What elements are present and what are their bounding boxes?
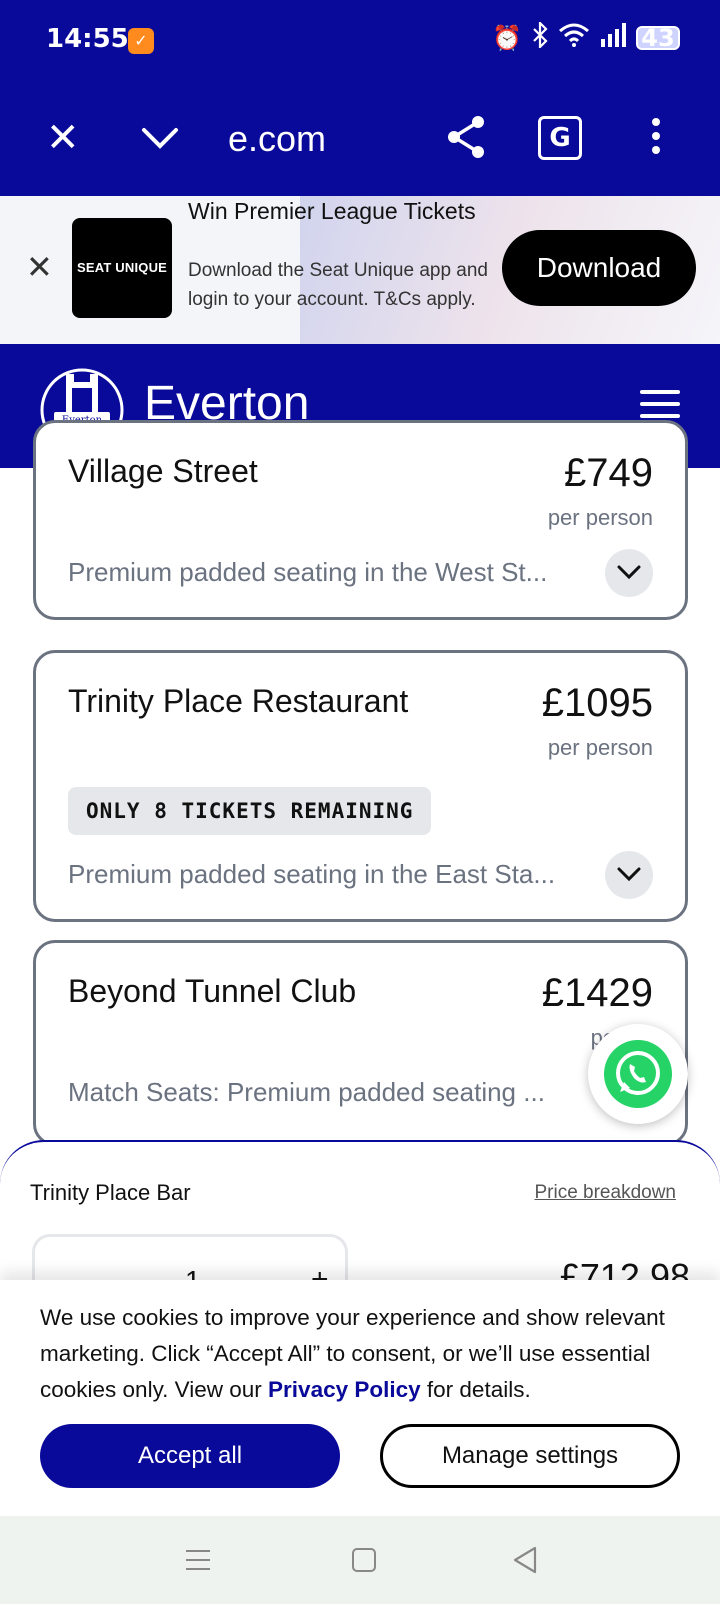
seat-unique-logo: SEAT UNIQUE <box>72 218 172 318</box>
package-description: Match Seats: Premium padded seating ... <box>68 1077 545 1107</box>
total-price: £712.98 <box>559 1256 690 1280</box>
status-time: 14:55 <box>46 24 129 54</box>
battery-indicator: 43 <box>636 26 680 50</box>
tickets-remaining-badge: ONLY 8 TICKETS REMAINING <box>68 787 432 835</box>
package-card[interactable]: Village Street £749 per person Premium p… <box>33 420 688 620</box>
increment-button[interactable]: + <box>311 1263 329 1280</box>
price-unit: per person <box>547 735 653 760</box>
package-title: Village Street <box>68 453 258 489</box>
recent-apps-icon[interactable] <box>186 1550 210 1577</box>
url-text[interactable]: e.com <box>228 118 326 160</box>
close-icon[interactable]: ✕ <box>46 118 80 158</box>
package-title: Beyond Tunnel Club <box>68 973 357 1009</box>
package-description: Premium padded seating in the West St... <box>68 557 548 587</box>
back-icon[interactable] <box>512 1546 538 1578</box>
cookie-message: We use cookies to improve your experienc… <box>40 1300 690 1408</box>
status-bar: 14:55 ✓ ⏰ 43 <box>0 0 720 80</box>
bluetooth-icon <box>532 20 548 54</box>
cookie-text-end: for details. <box>420 1377 531 1402</box>
browser-toolbar: ✕ e.com G <box>0 100 720 180</box>
price-unit: per person <box>547 505 653 530</box>
more-vert-icon[interactable] <box>650 118 662 158</box>
chevron-down-icon[interactable] <box>140 118 180 158</box>
wifi-icon <box>558 23 590 53</box>
package-card[interactable]: Trinity Place Restaurant £1095 per perso… <box>33 650 688 922</box>
status-icons: ⏰ 43 <box>492 20 680 54</box>
system-nav-bar <box>0 1516 720 1604</box>
selected-package-title: Trinity Place Bar <box>30 1180 191 1205</box>
package-title: Trinity Place Restaurant <box>68 683 409 719</box>
expand-chevron-icon[interactable] <box>605 851 653 899</box>
home-icon[interactable] <box>352 1548 376 1572</box>
app-promo-banner: ✕ SEAT UNIQUE Win Premier League Tickets… <box>0 196 720 344</box>
expand-chevron-icon[interactable] <box>605 549 653 597</box>
package-price: £1095 <box>541 681 653 725</box>
manage-settings-button[interactable]: Manage settings <box>380 1424 680 1488</box>
package-description: Premium padded seating in the East Sta..… <box>68 859 556 889</box>
close-icon[interactable]: ✕ <box>26 248 53 286</box>
orange-app-icon: ✓ <box>128 28 154 54</box>
promo-description: Download the Seat Unique app and login t… <box>188 260 489 310</box>
privacy-policy-link[interactable]: Privacy Policy <box>268 1377 421 1402</box>
translate-icon[interactable]: G <box>538 116 582 160</box>
quantity-value: 1 <box>185 1265 201 1280</box>
whatsapp-button[interactable] <box>588 1024 688 1124</box>
package-price: £749 <box>564 451 653 495</box>
promo-title: Win Premier League Tickets <box>188 198 476 224</box>
accept-all-button[interactable]: Accept all <box>40 1424 340 1488</box>
alarm-icon: ⏰ <box>492 24 522 52</box>
download-button[interactable]: Download <box>502 230 696 306</box>
booking-sheet: Trinity Place Bar Price breakdown 1 + £7… <box>0 1140 720 1280</box>
price-breakdown-link[interactable]: Price breakdown <box>534 1182 676 1204</box>
package-card[interactable]: Beyond Tunnel Club £1429 per pe Match Se… <box>33 940 688 1146</box>
signal-icon <box>600 23 626 53</box>
share-icon[interactable] <box>446 114 486 160</box>
cookie-banner: We use cookies to improve your experienc… <box>0 1280 720 1516</box>
quantity-stepper[interactable]: 1 + <box>32 1234 348 1280</box>
whatsapp-icon <box>604 1040 672 1108</box>
package-price: £1429 <box>541 971 653 1015</box>
